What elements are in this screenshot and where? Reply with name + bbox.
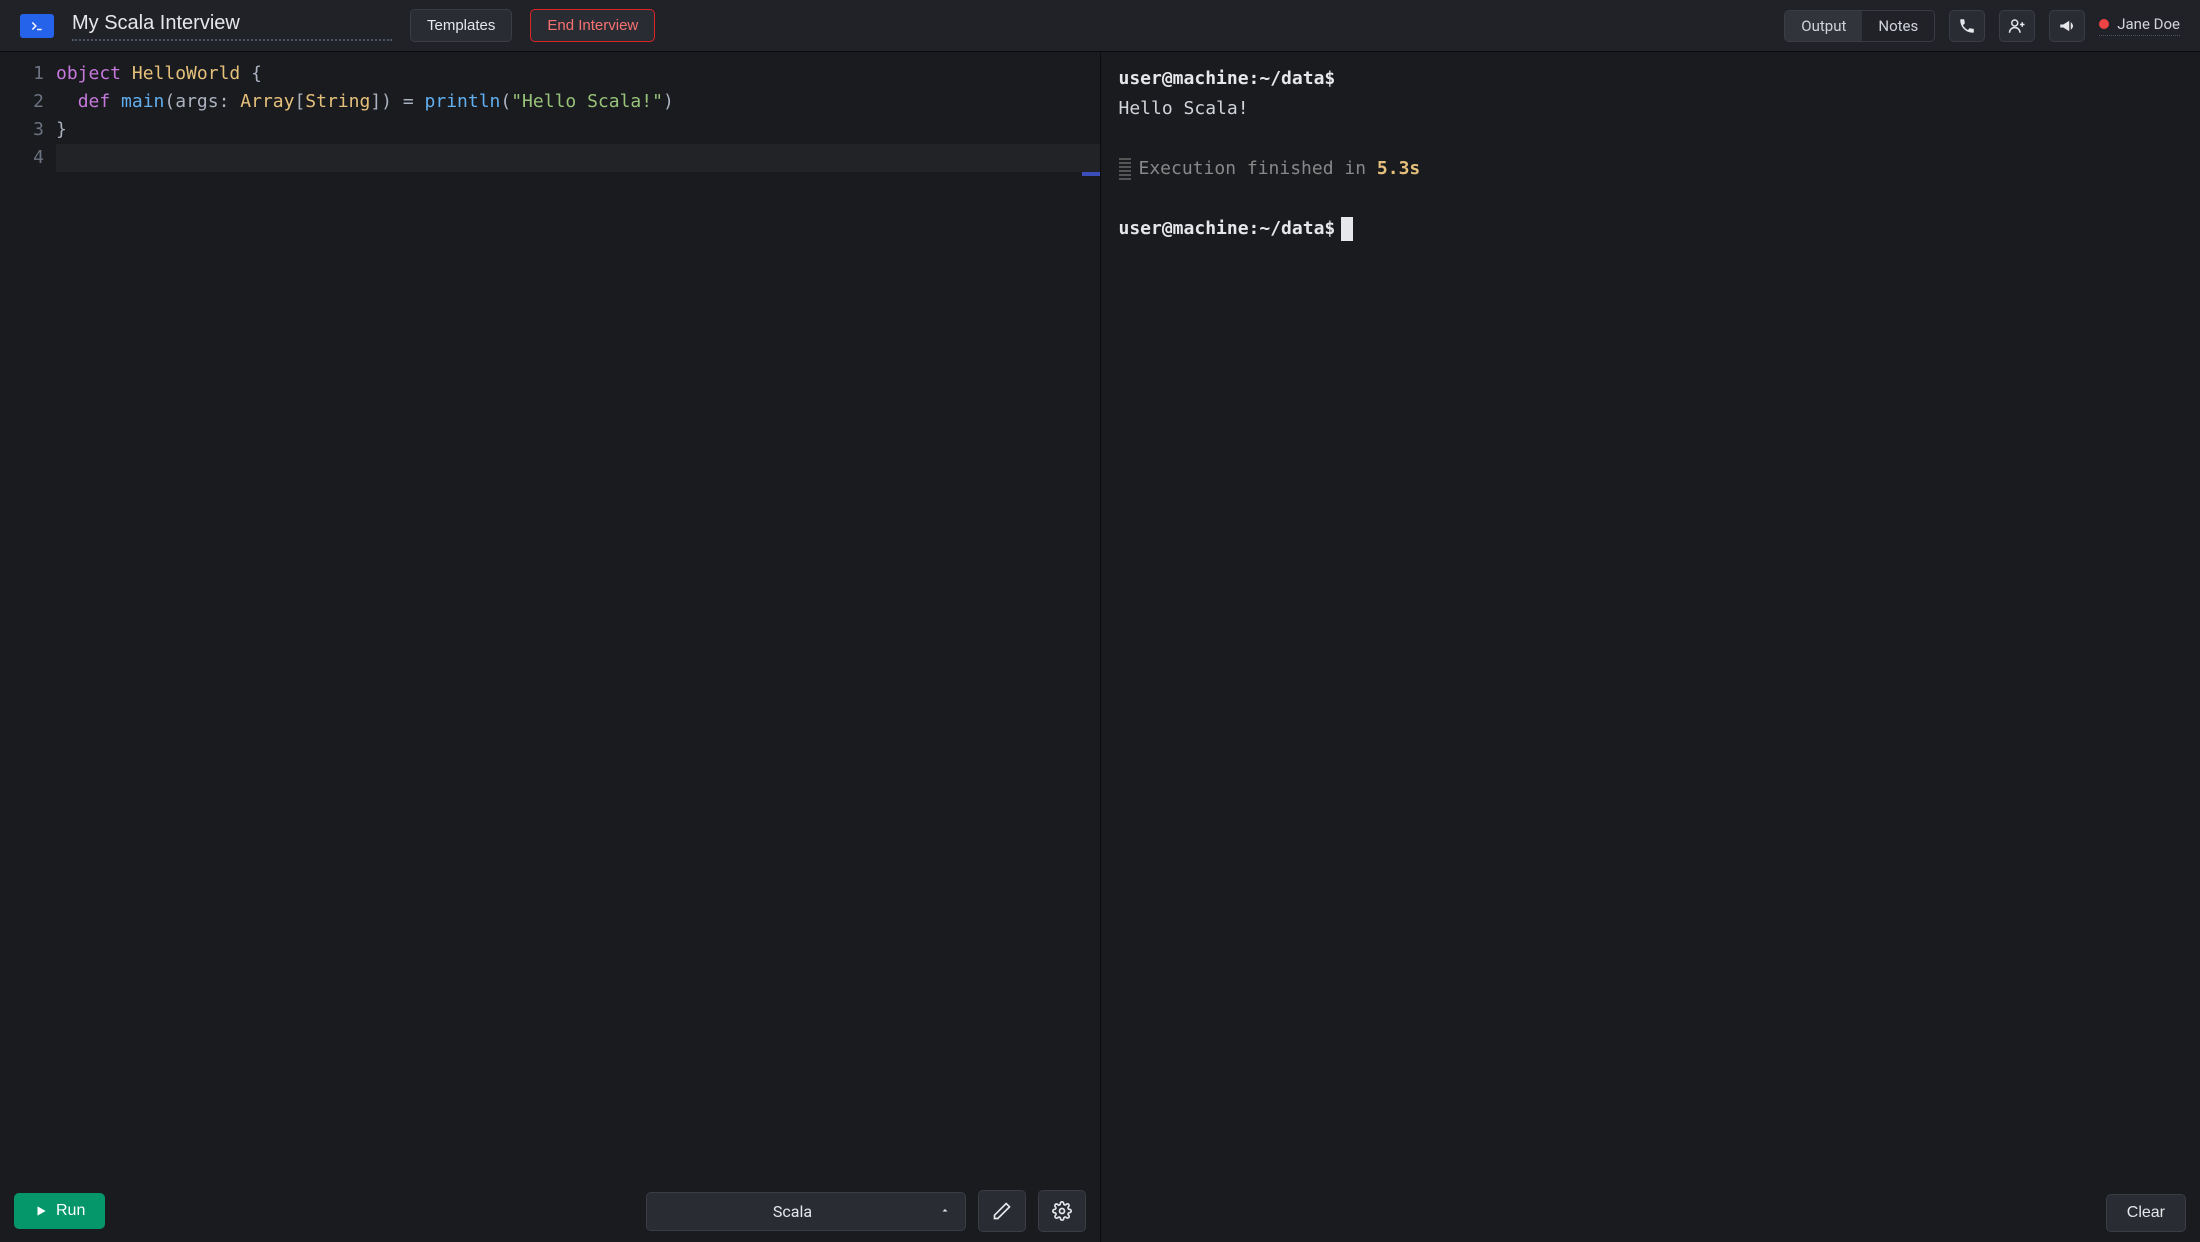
language-label: Scala xyxy=(773,1202,812,1221)
app-logo xyxy=(20,14,54,38)
pencil-icon xyxy=(992,1201,1012,1221)
output-notes-tabs: Output Notes xyxy=(1784,10,1935,42)
language-selector[interactable]: Scala xyxy=(646,1192,966,1231)
caret-up-icon xyxy=(939,1202,951,1221)
phone-icon xyxy=(1958,17,1976,35)
interview-title-input[interactable] xyxy=(72,10,392,41)
output-toolbar: Clear xyxy=(1101,1184,2200,1242)
code-editor[interactable]: 1234 object HelloWorld { def main(args: … xyxy=(0,52,1100,1180)
editor-toolbar: Run Scala xyxy=(0,1180,1100,1242)
code-content: object HelloWorld { def main(args: Array… xyxy=(56,60,1100,172)
user-plus-icon xyxy=(2008,17,2026,35)
edit-button[interactable] xyxy=(978,1190,1026,1232)
settings-button[interactable] xyxy=(1038,1190,1086,1232)
clear-button[interactable]: Clear xyxy=(2106,1194,2186,1232)
play-icon xyxy=(34,1204,48,1218)
status-dot-icon xyxy=(2099,19,2109,29)
templates-button[interactable]: Templates xyxy=(410,9,512,42)
line-gutter: 1234 xyxy=(0,60,56,172)
end-interview-button[interactable]: End Interview xyxy=(530,9,655,42)
minimap-indicator xyxy=(1082,172,1100,176)
terminal[interactable]: user@machine:~/data$Hello Scala! Executi… xyxy=(1101,52,2200,1184)
user-name: Jane Doe xyxy=(2117,15,2180,33)
call-button[interactable] xyxy=(1949,10,1985,42)
output-pane: user@machine:~/data$Hello Scala! Executi… xyxy=(1101,52,2200,1242)
editor-pane: 1234 object HelloWorld { def main(args: … xyxy=(0,52,1101,1242)
megaphone-icon xyxy=(2058,17,2076,35)
add-user-button[interactable] xyxy=(1999,10,2035,42)
user-badge[interactable]: Jane Doe xyxy=(2099,15,2180,36)
run-button[interactable]: Run xyxy=(14,1193,105,1229)
topbar: Templates End Interview Output Notes Jan… xyxy=(0,0,2200,52)
gear-icon xyxy=(1052,1201,1072,1221)
run-label: Run xyxy=(56,1202,85,1220)
tab-notes[interactable]: Notes xyxy=(1862,11,1934,41)
announce-button[interactable] xyxy=(2049,10,2085,42)
tab-output[interactable]: Output xyxy=(1785,11,1862,41)
